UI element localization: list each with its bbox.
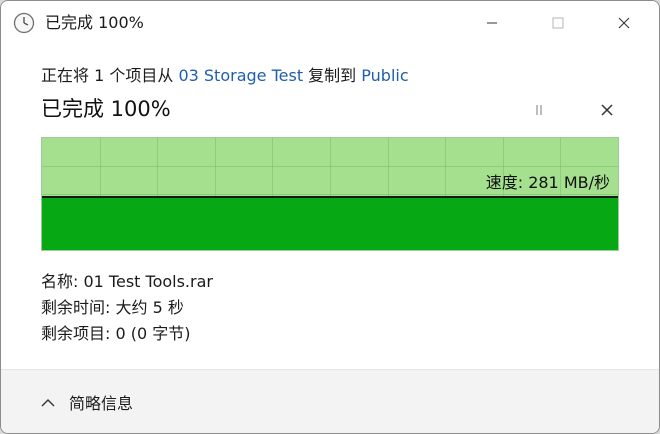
maximize-button[interactable] [535, 1, 581, 45]
maximize-icon [552, 17, 564, 29]
file-name: 名称: 01 Test Tools.rar [41, 272, 213, 291]
title-bar[interactable]: 已完成 100% [1, 1, 659, 45]
copy-description: 正在将 1 个项目从 03 Storage Test 复制到 Public [41, 65, 409, 87]
close-icon [600, 102, 614, 121]
items-remaining: 剩余项目: 0 (0 字节) [41, 324, 191, 343]
source-folder-link[interactable]: 03 Storage Test [178, 66, 303, 85]
time-remaining: 剩余时间: 大约 5 秒 [41, 298, 184, 317]
progress-status: 已完成 100% [41, 97, 171, 121]
minimize-icon [486, 17, 498, 29]
file-copy-dialog: 已完成 100% 正在将 1 个项目从 03 Storage Test 复制到 … [0, 0, 660, 434]
pause-icon [532, 102, 546, 121]
close-button[interactable] [601, 1, 647, 45]
cancel-button[interactable] [595, 99, 619, 123]
minimize-button[interactable] [469, 1, 515, 45]
graph-grid-line [42, 166, 618, 167]
transfer-speed-graph: 速度: 281 MB/秒 [41, 137, 619, 251]
less-details-label: 简略信息 [69, 394, 134, 413]
destination-folder-link[interactable]: Public [361, 66, 408, 85]
transfer-progress-fill [42, 196, 618, 250]
chevron-up-icon [41, 393, 55, 412]
pause-button[interactable] [527, 99, 551, 123]
window-title: 已完成 100% [45, 13, 144, 32]
clock-icon [13, 12, 35, 34]
speed-label: 速度: 281 MB/秒 [485, 173, 610, 192]
copy-middle: 复制到 [303, 66, 362, 85]
graph-grid-line [42, 194, 618, 195]
dialog-footer: 简略信息 [1, 370, 659, 433]
less-details-toggle[interactable]: 简略信息 [41, 390, 133, 414]
close-icon [618, 17, 630, 29]
copy-prefix: 正在将 1 个项目从 [41, 66, 179, 85]
